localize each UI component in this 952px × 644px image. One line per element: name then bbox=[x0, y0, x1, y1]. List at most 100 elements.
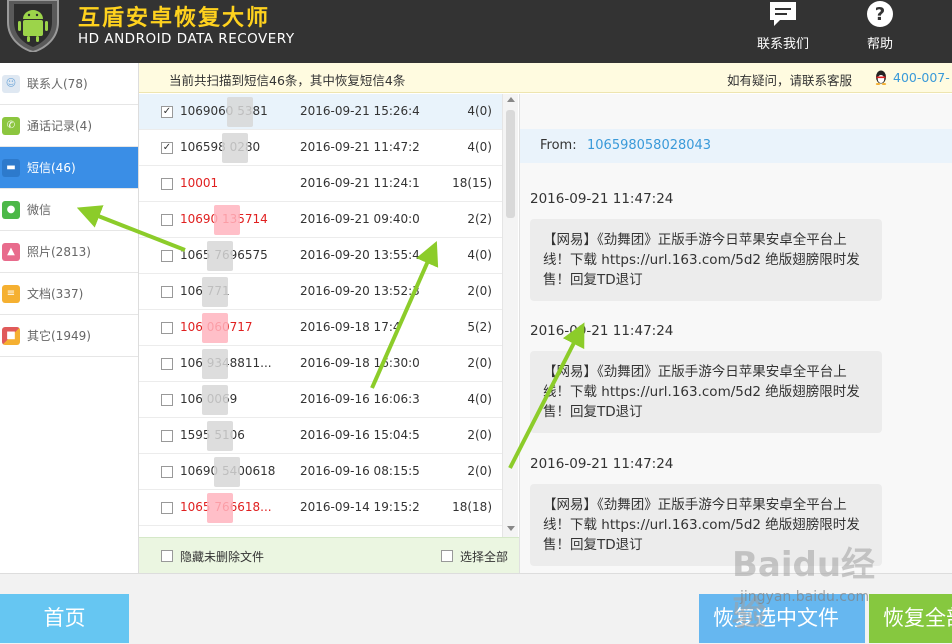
sms-row[interactable]: 1595 5106 2016-09-16 15:04:5 2(0) bbox=[139, 418, 502, 454]
sms-row[interactable]: 106 0069 2016-09-16 16:06:3 4(0) bbox=[139, 382, 502, 418]
hide-undeleted-label[interactable]: 隐藏未删除文件 bbox=[180, 548, 264, 565]
message-date: 2016-09-16 08:15:5 bbox=[300, 464, 420, 478]
home-button[interactable]: 首页 bbox=[0, 594, 129, 643]
message-count: 5(2) bbox=[467, 320, 492, 334]
sms-row[interactable]: 10690 5400618 2016-09-16 08:15:5 2(0) bbox=[139, 454, 502, 490]
message-time: 2016-09-21 11:47:24 bbox=[530, 456, 674, 472]
message-count: 4(0) bbox=[467, 248, 492, 262]
privacy-blur bbox=[207, 241, 233, 271]
message-date: 2016-09-14 19:15:2 bbox=[300, 500, 420, 514]
message-time: 2016-09-21 11:47:24 bbox=[530, 323, 674, 339]
app-title: 互盾安卓恢复大师 bbox=[78, 6, 271, 31]
sender-number: 106598 0280 bbox=[180, 140, 261, 154]
sidebar-item-documents[interactable]: ≡ 文档(337) bbox=[0, 273, 138, 315]
privacy-blur bbox=[214, 457, 240, 487]
sidebar-item-label: 联系人(78) bbox=[27, 77, 88, 91]
message-detail-pane: From: 106598058028043 2016-09-21 11:47:2… bbox=[519, 94, 952, 573]
sms-row[interactable]: 1065 766618... 2016-09-14 19:15:2 18(18) bbox=[139, 490, 502, 526]
from-label: From: bbox=[540, 138, 577, 153]
sms-row[interactable]: 10001 2016-09-21 11:24:1 18(15) bbox=[139, 166, 502, 202]
privacy-blur bbox=[207, 493, 233, 523]
message-bubble: 【网易】《劲舞团》正版手游今日苹果安卓全平台上线！下载 https://url.… bbox=[530, 351, 882, 433]
sms-row[interactable]: 106 771 2016-09-20 13:52:3 2(0) bbox=[139, 274, 502, 310]
photo-icon: ▲ bbox=[2, 242, 20, 261]
row-checkbox[interactable] bbox=[161, 466, 173, 478]
privacy-blur bbox=[202, 313, 228, 343]
svg-text:?: ? bbox=[875, 4, 885, 25]
message-bubble: 【网易】《劲舞团》正版手游今日苹果安卓全平台上线！下载 https://url.… bbox=[530, 219, 882, 301]
wechat-icon: ● bbox=[2, 200, 20, 219]
question-icon: ? bbox=[867, 1, 893, 27]
select-all-label[interactable]: 选择全部 bbox=[460, 548, 508, 565]
sidebar-item-label: 微信 bbox=[27, 203, 52, 217]
sidebar-item-label: 其它(1949) bbox=[27, 329, 91, 343]
document-icon: ≡ bbox=[2, 284, 20, 303]
row-checkbox[interactable] bbox=[161, 250, 173, 262]
sms-row[interactable]: 10690 135714 2016-09-21 09:40:0 2(2) bbox=[139, 202, 502, 238]
sidebar-item-wechat[interactable]: ● 微信 bbox=[0, 189, 138, 231]
privacy-blur bbox=[207, 421, 233, 451]
sms-row[interactable]: ✓ 1069060 5381 2016-09-21 15:26:4 4(0) bbox=[139, 94, 502, 130]
sidebar-item-calls[interactable]: ✆ 通话记录(4) bbox=[0, 105, 138, 147]
message-date: 2016-09-21 15:26:4 bbox=[300, 104, 420, 118]
support-phone-link[interactable]: 400-007- bbox=[893, 70, 950, 85]
sidebar-item-label: 短信(46) bbox=[27, 161, 76, 175]
app-header: 互盾安卓恢复大师 HD ANDROID DATA RECOVERY 联系我们 ?… bbox=[0, 0, 952, 63]
sidebar-item-photos[interactable]: ▲ 照片(2813) bbox=[0, 231, 138, 273]
message-time: 2016-09-21 11:47:24 bbox=[530, 191, 674, 207]
contacts-icon: ☺ bbox=[2, 74, 20, 93]
chat-bubble-icon bbox=[770, 2, 796, 26]
sms-row[interactable]: ✓ 106598 0280 2016-09-21 11:47:2 4(0) bbox=[139, 130, 502, 166]
sidebar-item-other[interactable]: ■ 其它(1949) bbox=[0, 315, 138, 357]
sms-row[interactable]: 1065 7696575 2016-09-20 13:55:4 4(0) bbox=[139, 238, 502, 274]
sms-row[interactable]: 106 9348811... 2016-09-18 16:30:0 2(0) bbox=[139, 346, 502, 382]
android-shield-logo bbox=[7, 0, 59, 52]
row-checkbox[interactable]: ✓ bbox=[161, 106, 173, 118]
message-count: 18(18) bbox=[452, 500, 492, 514]
row-checkbox[interactable] bbox=[161, 394, 173, 406]
privacy-blur bbox=[202, 385, 228, 415]
contact-us-button[interactable]: 联系我们 bbox=[750, 0, 816, 63]
message-date: 2016-09-18 17:4 bbox=[300, 320, 401, 334]
baidu-watermark: Baidu经验 jingyan.baidu.com bbox=[732, 537, 902, 634]
sidebar-item-sms[interactable]: ▬ 短信(46) bbox=[0, 147, 138, 189]
watermark-url: jingyan.baidu.com bbox=[740, 589, 870, 605]
sidebar-item-contacts[interactable]: ☺ 联系人(78) bbox=[0, 63, 138, 105]
message-date: 2016-09-18 16:30:0 bbox=[300, 356, 420, 370]
row-checkbox[interactable] bbox=[161, 322, 173, 334]
row-checkbox[interactable] bbox=[161, 178, 173, 190]
message-count: 2(0) bbox=[467, 428, 492, 442]
privacy-blur bbox=[202, 349, 228, 379]
message-count: 2(0) bbox=[467, 464, 492, 478]
message-count: 2(0) bbox=[467, 284, 492, 298]
select-all-checkbox[interactable] bbox=[441, 550, 453, 562]
message-count: 2(0) bbox=[467, 356, 492, 370]
from-number: 106598058028043 bbox=[587, 138, 712, 153]
scroll-down-arrow-icon[interactable] bbox=[507, 526, 515, 531]
scroll-thumb[interactable] bbox=[506, 110, 515, 218]
sms-row[interactable]: 106 060717 2016-09-18 17:4 5(2) bbox=[139, 310, 502, 346]
hide-undeleted-checkbox[interactable] bbox=[161, 550, 173, 562]
message-date: 2016-09-21 09:40:0 bbox=[300, 212, 420, 226]
sms-list: ✓ 1069060 5381 2016-09-21 15:26:4 4(0) ✓… bbox=[139, 94, 502, 537]
message-count: 4(0) bbox=[467, 104, 492, 118]
message-date: 2016-09-21 11:47:2 bbox=[300, 140, 420, 154]
sms-icon: ▬ bbox=[2, 158, 20, 177]
message-count: 18(15) bbox=[452, 176, 492, 190]
message-date: 2016-09-20 13:52:3 bbox=[300, 284, 420, 298]
row-checkbox[interactable] bbox=[161, 502, 173, 514]
row-checkbox[interactable]: ✓ bbox=[161, 142, 173, 154]
row-checkbox[interactable] bbox=[161, 286, 173, 298]
scan-summary-text: 当前共扫描到短信46条，其中恢复短信4条 bbox=[169, 73, 406, 88]
row-checkbox[interactable] bbox=[161, 214, 173, 226]
list-scrollbar[interactable] bbox=[502, 94, 518, 537]
row-checkbox[interactable] bbox=[161, 358, 173, 370]
sidebar-item-label: 照片(2813) bbox=[27, 245, 91, 259]
scroll-up-arrow-icon[interactable] bbox=[507, 97, 515, 102]
sidebar-item-label: 文档(337) bbox=[27, 287, 84, 301]
sidebar-item-label: 通话记录(4) bbox=[27, 119, 92, 133]
message-date: 2016-09-21 11:24:1 bbox=[300, 176, 420, 190]
row-checkbox[interactable] bbox=[161, 430, 173, 442]
qq-penguin-icon[interactable] bbox=[873, 69, 889, 85]
help-button[interactable]: ? 帮助 bbox=[856, 0, 904, 63]
